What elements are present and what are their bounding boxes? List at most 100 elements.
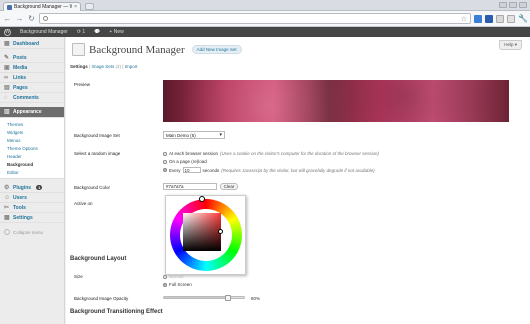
reload-icon[interactable]: ↻ [27, 14, 36, 23]
sidebar-item-appearance[interactable]: ▥ Appearance [0, 107, 64, 118]
media-icon: ▣ [4, 64, 10, 71]
comments-icon[interactable]: 💬 [94, 29, 100, 35]
clear-color-button[interactable]: Clear [220, 183, 238, 190]
hue-marker-icon[interactable] [199, 196, 205, 202]
sidebar-item-label: Comments [13, 94, 39, 101]
page-icon [72, 43, 85, 56]
main-content: Help ▾ Background Manager Add New Image … [66, 37, 530, 324]
sidebar-item-links[interactable]: ∞ Links [0, 73, 64, 83]
pages-icon: ▤ [4, 84, 10, 91]
sidebar-item-media[interactable]: ▣ Media [0, 63, 64, 73]
size-option-normal[interactable]: Normal [163, 274, 184, 279]
color-marker-icon[interactable] [218, 229, 223, 234]
preview-label: Preview [74, 82, 91, 87]
sidebar-item-users[interactable]: ☺ Users [0, 193, 64, 203]
size-option-full-screen[interactable]: Full Screen [163, 282, 192, 287]
random-option-session[interactable]: At each browser session (Uses a cookie o… [163, 151, 379, 156]
browser-tabstrip: Background Manager — W × [0, 0, 530, 11]
submenu-item-editor[interactable]: Editor [0, 168, 64, 176]
radio-label: Every [169, 167, 181, 173]
random-image-label: Select a random image [74, 151, 121, 156]
submenu-item-widgets[interactable]: Widgets [0, 128, 64, 136]
add-new-image-set-button[interactable]: Add New Image Set [191, 45, 242, 54]
sidebar-item-label: Plugins [13, 184, 32, 191]
image-set-select[interactable]: Main Demo (5) ▾ [163, 131, 225, 139]
submenu-item-background[interactable]: Background [0, 160, 64, 168]
opacity-slider[interactable] [163, 295, 245, 301]
appearance-icon: ▥ [4, 109, 10, 115]
browser-tab[interactable]: Background Manager — W × [3, 2, 81, 11]
radio-button[interactable] [163, 159, 167, 164]
opacity-slider-handle[interactable] [225, 295, 231, 301]
sidebar-item-label: Dashboard [13, 40, 40, 47]
new-tab-button[interactable] [85, 3, 94, 10]
size-label: Size [74, 274, 83, 279]
collapse-label: Collapse menu [13, 229, 44, 235]
saturation-lightness-square[interactable] [183, 213, 221, 251]
sidebar-item-posts[interactable]: ✎ Posts [0, 53, 64, 63]
opacity-value: 80% [251, 296, 261, 301]
links-icon: ∞ [4, 74, 9, 81]
update-count-badge: 1 [36, 185, 43, 190]
wrench-icon[interactable]: 🔧 [518, 14, 528, 23]
extension-icon[interactable] [474, 14, 482, 23]
background-layout-heading: Background Layout [70, 256, 127, 262]
subsub-image-sets[interactable]: Image Sets [91, 64, 114, 69]
subsub-settings[interactable]: Settings [70, 64, 88, 69]
subsub-image-sets-count: (4) [115, 64, 122, 69]
radio-button[interactable] [163, 168, 167, 172]
forward-icon[interactable]: → [15, 14, 24, 23]
back-icon[interactable]: ← [3, 14, 12, 23]
submenu-item-menus[interactable]: Menus [0, 136, 64, 144]
bookmark-star-icon[interactable]: ☆ [461, 15, 467, 23]
wordpress-logo-icon[interactable]: W [4, 28, 11, 36]
every-seconds-input[interactable]: 10 [182, 167, 201, 173]
updates-menu[interactable]: ⟳ 1 [77, 29, 85, 35]
radio-button[interactable] [163, 151, 167, 156]
background-color-input[interactable]: #7a7a7a [163, 183, 217, 190]
sidebar-item-label: Users [13, 194, 27, 201]
minimize-button[interactable] [499, 2, 507, 8]
active-on-label: Active on [74, 201, 93, 206]
sidebar-item-plugins[interactable]: ⚙ Plugins 1 [0, 183, 64, 193]
sidebar-item-label: Pages [13, 84, 28, 91]
address-bar[interactable]: ☆ [39, 13, 471, 24]
extension-icon[interactable] [496, 14, 504, 23]
page-menu-icon[interactable] [507, 14, 515, 23]
help-tab[interactable]: Help ▾ [499, 40, 522, 50]
collapse-menu-button[interactable]: Collapse menu [0, 223, 64, 241]
extension-icon[interactable] [485, 14, 493, 23]
random-option-reload[interactable]: On a page (re)load [163, 159, 207, 164]
dashboard-icon: ▦ [4, 40, 10, 47]
plugins-icon: ⚙ [4, 184, 10, 191]
maximize-button[interactable] [509, 2, 517, 8]
page-header: Background Manager Add New Image Set [72, 43, 242, 56]
favicon-icon [7, 4, 12, 10]
submenu-item-header[interactable]: Header [0, 152, 64, 160]
sidebar-item-comments[interactable]: ◌ Comments [0, 93, 64, 103]
new-content-menu[interactable]: + New [109, 29, 123, 35]
sidebar-item-dashboard[interactable]: ▦ Dashboard [0, 39, 64, 49]
site-name[interactable]: Background Manager [20, 29, 68, 35]
tab-close-icon[interactable]: × [74, 4, 77, 10]
subsub-import[interactable]: Import [125, 64, 138, 69]
chevron-down-icon: ▾ [219, 132, 222, 138]
radio-button[interactable] [163, 274, 167, 279]
sidebar-item-pages[interactable]: ▤ Pages [0, 83, 64, 93]
sidebar-item-tools[interactable]: ✂ Tools [0, 203, 64, 213]
radio-button[interactable] [163, 282, 167, 287]
color-picker-popup[interactable] [165, 195, 246, 275]
sidebar-item-settings[interactable]: ▦ Settings [0, 213, 64, 223]
admin-sidebar: ▦ Dashboard ✎ Posts ▣ Media ∞ Links ▤ Pa… [0, 37, 65, 324]
random-option-every[interactable]: Every 10 seconds (Requires Javascript by… [163, 167, 375, 173]
radio-label: On a page (re)load [169, 159, 207, 164]
submenu-item-theme-options[interactable]: Theme Options [0, 144, 64, 152]
image-set-value: Main Demo (5) [166, 133, 196, 138]
submenu-item-themes[interactable]: Themes [0, 120, 64, 128]
sidebar-item-label: Posts [13, 54, 27, 61]
seconds-label: seconds [202, 167, 220, 173]
page-info-icon[interactable] [43, 16, 48, 21]
admin-bar: W Background Manager ⟳ 1 💬 + New [0, 27, 530, 37]
opacity-slider-fill [164, 297, 228, 298]
close-window-button[interactable] [519, 2, 527, 8]
